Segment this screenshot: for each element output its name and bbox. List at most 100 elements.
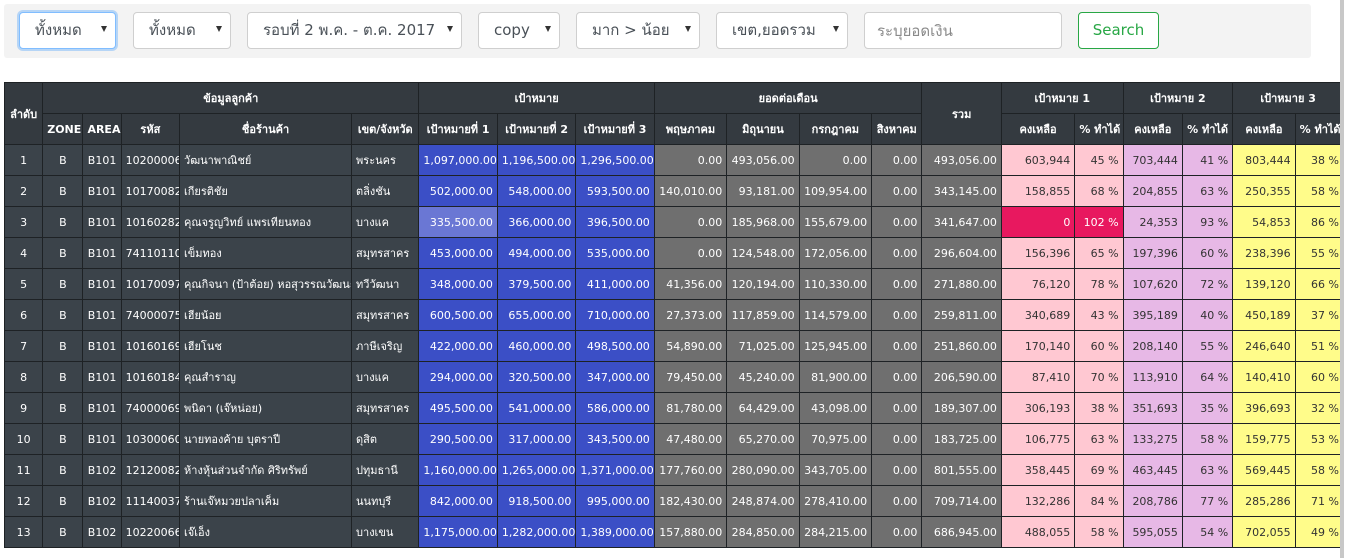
table-row[interactable]: 6 B B101 74000075 เฮียน้อย สมุทรสาคร 600,500.…	[4, 299, 1344, 331]
col-code[interactable]: รหัส	[120, 113, 181, 145]
cell-code: 10160282	[120, 206, 181, 238]
table-row[interactable]: 8 B B101 10160184 คุณสำราญ บางแค 294,000.00 32…	[4, 361, 1344, 393]
table-row[interactable]: 3 B B101 10160282 คุณจรูญวิทย์ แพรเทียนทอง บา…	[4, 206, 1344, 238]
cell-jul: 43,098.00	[798, 392, 873, 424]
cell-jul: 110,330.00	[798, 268, 873, 300]
subcategory-select[interactable]: ทั้งหมด	[133, 12, 231, 49]
cell-target3: 710,000.00	[575, 299, 655, 331]
col-month-jun[interactable]: มิถุนายน	[726, 113, 800, 145]
cell-district: สมุทรสาคร	[351, 237, 420, 269]
cell-goal1-pct: 102 %	[1074, 206, 1124, 238]
cell-area: B101	[82, 361, 122, 393]
sort-select[interactable]: มาก > น้อย	[576, 12, 700, 49]
col-district[interactable]: เขต/จังหวัด	[351, 113, 420, 145]
col-zone[interactable]: ZONE	[42, 113, 84, 145]
cell-target1: 1,097,000.00	[418, 144, 498, 176]
col-month-aug[interactable]: สิงหาคม	[871, 113, 923, 145]
col-goal1-remain[interactable]: คงเหลือ	[1000, 113, 1076, 145]
cell-may: 81,780.00	[653, 392, 728, 424]
cell-district: บางแค	[351, 206, 420, 238]
cell-total: 341,647.00	[921, 206, 1002, 238]
col-goal2-remain[interactable]: คงเหลือ	[1122, 113, 1183, 145]
table-row[interactable]: 13 B B102 10220066 เจ๊เอ็ง บางเขน 1,175,000.0…	[4, 516, 1344, 548]
col-seq[interactable]: ลำดับ	[4, 82, 44, 145]
col-target3[interactable]: เป้าหมายที่ 3	[575, 113, 655, 145]
col-month-jul[interactable]: กรกฎาคม	[798, 113, 873, 145]
cell-aug: 0.00	[871, 175, 923, 207]
cell-seq: 12	[4, 485, 44, 517]
col-target1[interactable]: เป้าหมายที่ 1	[418, 113, 498, 145]
mode-select-value: copy	[494, 21, 530, 39]
cell-target1: 348,000.00	[418, 268, 498, 300]
cell-aug: 0.00	[871, 237, 923, 269]
sales-target-table: ลำดับ ข้อมูลลูกค้า เป้าหมาย ยอดต่อเดือน …	[4, 82, 1344, 548]
cell-jun: 65,270.00	[726, 423, 800, 455]
table-row[interactable]: 5 B B101 10170097 คุณกิจนา (ป้าต้อย) หอสุวรร…	[4, 268, 1344, 300]
amount-input[interactable]	[864, 12, 1062, 49]
cell-target2: 655,000.00	[496, 299, 577, 331]
cell-goal2-remain: 208,140	[1122, 330, 1183, 362]
cell-goal2-pct: 55 %	[1181, 330, 1234, 362]
cell-jun: 284,850.00	[726, 516, 800, 548]
mode-select[interactable]: copy	[478, 12, 560, 49]
table-row[interactable]: 4 B B101 74110110 เข็มทอง สมุทรสาคร 453,000.0…	[4, 237, 1344, 269]
cell-aug: 0.00	[871, 454, 923, 486]
cell-goal1-pct: 68 %	[1074, 175, 1124, 207]
col-group-customer: ข้อมูลลูกค้า	[42, 82, 420, 114]
cell-goal3-pct: 38 %	[1294, 144, 1344, 176]
cell-target1: 290,500.00	[418, 423, 498, 455]
vertical-scrollbar[interactable]	[1340, 0, 1344, 558]
cell-code: 11140037	[120, 485, 181, 517]
cell-aug: 0.00	[871, 485, 923, 517]
cell-code: 74000075	[120, 299, 181, 331]
cell-target3: 995,000.00	[575, 485, 655, 517]
table-row[interactable]: 12 B B102 11140037 ร้านเจ๊หมวยปลาเค็ม นนทบุรี…	[4, 485, 1344, 517]
cell-district: ปทุมธานี	[351, 454, 420, 486]
col-goal2-pct[interactable]: % ทำได้	[1181, 113, 1234, 145]
col-target2[interactable]: เป้าหมายที่ 2	[496, 113, 577, 145]
col-goal3-pct[interactable]: % ทำได้	[1294, 113, 1344, 145]
cell-goal2-pct: 40 %	[1181, 299, 1234, 331]
group-select[interactable]: เขต,ยอดรวม	[716, 12, 848, 49]
header-row-columns: ZONE AREA รหัส ชื่อร้านค้า เขต/จังหวัด เ…	[5, 113, 1344, 145]
sort-select-value: มาก > น้อย	[592, 21, 670, 39]
cell-goal3-remain: 569,445	[1232, 454, 1296, 486]
cell-total: 493,056.00	[921, 144, 1002, 176]
table-row[interactable]: 1 B B101 10200006 วัฒนาพาณิชย์ พระนคร 1,097,0…	[4, 144, 1344, 176]
cell-jun: 64,429.00	[726, 392, 800, 424]
chevron-down-icon	[685, 26, 691, 32]
cell-goal2-pct: 60 %	[1181, 237, 1234, 269]
cell-jun: 124,548.00	[726, 237, 800, 269]
col-goal3-remain[interactable]: คงเหลือ	[1232, 113, 1296, 145]
period-select[interactable]: รอบที่ 2 พ.ค. - ต.ค. 2017	[247, 12, 462, 49]
col-shop[interactable]: ชื่อร้านค้า	[179, 113, 353, 145]
table-row[interactable]: 7 B B101 10160169 เฮียโนช ภาษีเจริญ 422,000.0…	[4, 330, 1344, 362]
cell-code: 10220066	[120, 516, 181, 548]
cell-jul: 109,954.00	[798, 175, 873, 207]
col-goal1-pct[interactable]: % ทำได้	[1074, 113, 1124, 145]
table-row[interactable]: 11 B B102 12120082 ห้างหุ้นส่วนจำกัด ศิริทรั…	[4, 454, 1344, 486]
cell-goal1-remain: 340,689	[1000, 299, 1076, 331]
cell-target1: 335,500.00	[418, 206, 498, 238]
table-row[interactable]: 10 B B101 10300060 นายทองค้าย บุตราปี ดุสิต 2…	[4, 423, 1344, 455]
col-group-goal1: เป้าหมาย 1	[1000, 82, 1124, 114]
cell-goal2-remain: 703,444	[1122, 144, 1183, 176]
cell-district: พระนคร	[351, 144, 420, 176]
cell-goal3-remain: 250,355	[1232, 175, 1296, 207]
col-total[interactable]: รวม	[921, 82, 1002, 145]
col-group-monthly: ยอดต่อเดือน	[653, 82, 923, 114]
cell-goal2-pct: 64 %	[1181, 361, 1234, 393]
cell-zone: B	[42, 392, 84, 424]
cell-target1: 1,175,000.00	[418, 516, 498, 548]
cell-shop: พนิดา (เจ๊หน่อย)	[179, 392, 353, 424]
col-area[interactable]: AREA	[82, 113, 122, 145]
category-select[interactable]: ทั้งหมด	[19, 12, 116, 49]
table-row[interactable]: 2 B B101 10170082 เกียรติชัย ตลิ่งชัน 502,000…	[4, 175, 1344, 207]
col-month-may[interactable]: พฤษภาคม	[653, 113, 728, 145]
search-button[interactable]: Search	[1078, 12, 1159, 49]
cell-shop: นายทองค้าย บุตราปี	[179, 423, 353, 455]
cell-area: B101	[82, 268, 122, 300]
cell-area: B101	[82, 206, 122, 238]
table-row[interactable]: 9 B B101 74000069 พนิดา (เจ๊หน่อย) สมุทรสาคร …	[4, 392, 1344, 424]
cell-target3: 1,389,000.00	[575, 516, 655, 548]
